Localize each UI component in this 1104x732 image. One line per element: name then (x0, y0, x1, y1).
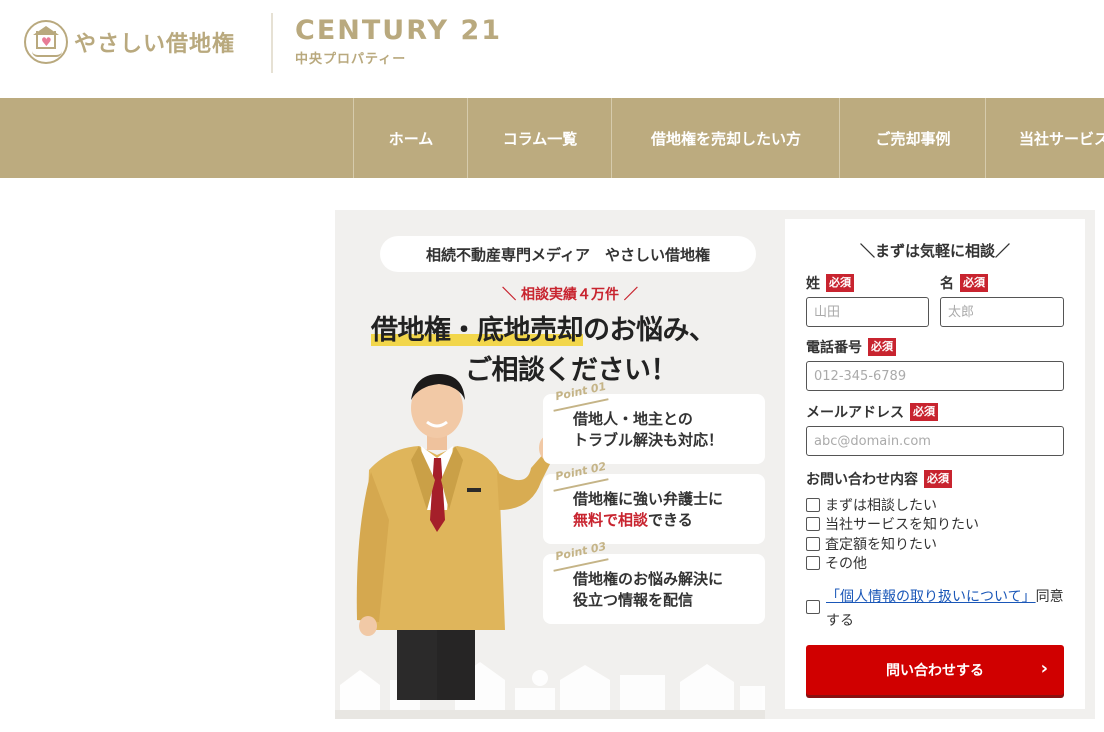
email-label: メールアドレス 必須 (806, 402, 938, 422)
point-card-1: Point 01 借地人・地主との トラブル解決も対応！ (543, 380, 765, 464)
phone-input[interactable] (806, 361, 1064, 391)
site-header: ♥ やさしい借地権 CENTURY 21 中央プロパティー (0, 0, 1104, 98)
contact-form: ＼まずは気軽に相談／ 姓必須 名必須 電話番号必須 メールアドレス必須 お問い合… (785, 219, 1085, 709)
brand-logo[interactable]: CENTURY 21 中央プロパティー (295, 14, 502, 67)
inquiry-label: お問い合わせ内容 必須 (806, 469, 952, 489)
house-heart-icon: ♥ (24, 20, 68, 64)
headline-line1: 借地権・底地売却のお悩み、 (371, 308, 781, 347)
logo-text: やさしい借地権 (74, 32, 236, 57)
point-2-line2: 無料で相談できる (573, 510, 723, 531)
privacy-checkbox[interactable] (806, 600, 820, 614)
nav-item-cases[interactable]: ご売却事例 (839, 98, 986, 178)
point-2-red-text: 無料で相談 (573, 511, 649, 529)
point-3-line1: 借地権のお悩み解決に (573, 570, 724, 588)
achievement-text: ＼ 相談実績４万件 ／ (502, 287, 638, 303)
point-3-line2: 役立つ情報を配信 (573, 591, 694, 609)
required-badge: 必須 (960, 274, 988, 292)
man-illustration (356, 374, 555, 700)
headline-rest: のお悩み、 (583, 315, 716, 346)
submit-button[interactable]: 問い合わせする › (806, 645, 1064, 695)
chevron-right-icon: › (1040, 658, 1048, 679)
point-1-line2: トラブル解決も対応！ (573, 431, 724, 449)
point-1-line1: 借地人・地主との (573, 410, 693, 428)
option-label: 当社サービスを知りたい (825, 517, 979, 533)
form-title: ＼まずは気軽に相談／ (859, 242, 1010, 260)
option-checkbox[interactable] (806, 498, 820, 512)
point-card-2: Point 02 借地権に強い弁護士に 無料で相談できる (543, 460, 765, 544)
last-name-label-text: 姓 (806, 276, 820, 292)
point-text-2: 借地権に強い弁護士に 無料で相談できる (573, 489, 723, 531)
nav-item-home[interactable]: ホーム (353, 98, 468, 178)
last-name-input[interactable] (806, 297, 929, 327)
privacy-consent: 「個人情報の取り扱いについて」同意する (806, 583, 1066, 629)
global-nav: ホーム コラム一覧 借地権を売却したい方 ご売却事例 当社サービス (0, 98, 1104, 178)
phone-label: 電話番号 必須 (806, 337, 896, 357)
option-checkbox[interactable] (806, 517, 820, 531)
option-label: その他 (825, 556, 867, 572)
headline-highlight: 借地権・底地売却 (371, 315, 584, 346)
email-input[interactable] (806, 426, 1064, 456)
option-appraisal[interactable]: 査定額を知りたい (806, 534, 937, 554)
first-name-label: 名必須 (940, 273, 988, 293)
point-text-1: 借地人・地主との トラブル解決も対応！ (573, 409, 723, 451)
privacy-policy-link[interactable]: 「個人情報の取り扱いについて」 (826, 589, 1036, 605)
point-2-line1: 借地権に強い弁護士に (573, 490, 724, 508)
required-badge: 必須 (826, 274, 854, 292)
required-badge: 必須 (924, 470, 952, 488)
required-badge: 必須 (910, 403, 938, 421)
point-text-3: 借地権のお悩み解決に 役立つ情報を配信 (573, 569, 723, 611)
first-name-label-text: 名 (940, 276, 954, 292)
site-logo[interactable]: ♥ やさしい借地権 (24, 20, 235, 64)
option-checkbox[interactable] (806, 537, 820, 551)
first-name-input[interactable] (940, 297, 1064, 327)
option-checkbox[interactable] (806, 556, 820, 570)
submit-label: 問い合わせする (886, 663, 984, 679)
required-badge: 必須 (868, 338, 896, 356)
option-label: まずは相談したい (825, 498, 937, 514)
header-divider (271, 13, 273, 73)
media-pill: 相続不動産専門メディア やさしい借地権 (380, 236, 756, 272)
nav-item-sell[interactable]: 借地権を売却したい方 (611, 98, 840, 178)
last-name-label: 姓必須 (806, 273, 854, 293)
brand-subtitle: 中央プロパティー (295, 52, 407, 67)
option-consult[interactable]: まずは相談したい (806, 495, 937, 515)
phone-label-text: 電話番号 (806, 340, 862, 356)
option-label: 査定額を知りたい (825, 537, 937, 553)
email-label-text: メールアドレス (806, 405, 904, 421)
point-2-rest-text: できる (648, 511, 693, 529)
point-card-3: Point 03 借地権のお悩み解決に 役立つ情報を配信 (543, 540, 765, 624)
option-other[interactable]: その他 (806, 553, 867, 573)
nav-item-columns[interactable]: コラム一覧 (467, 98, 612, 178)
brand-title: CENTURY 21 (295, 15, 503, 46)
nav-item-services[interactable]: 当社サービス (985, 98, 1104, 178)
option-service[interactable]: 当社サービスを知りたい (806, 514, 979, 534)
privacy-text: 「個人情報の取り扱いについて」同意する (826, 585, 1066, 633)
inquiry-label-text: お問い合わせ内容 (806, 472, 918, 488)
